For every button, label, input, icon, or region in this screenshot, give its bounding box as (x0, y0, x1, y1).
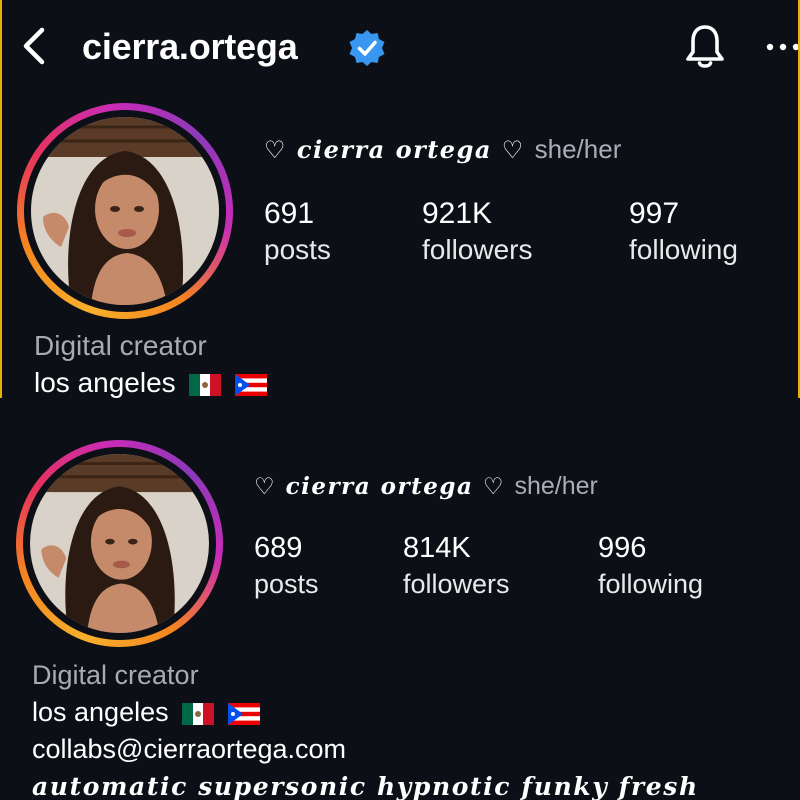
stat-value: 814K (403, 532, 471, 564)
back-chevron-icon[interactable] (16, 24, 52, 68)
more-options-icon[interactable] (766, 42, 800, 52)
stat-label: following (629, 234, 738, 265)
avatar-photo-icon (31, 117, 219, 305)
stat-label: posts (254, 569, 319, 599)
stat-value: 921K (422, 197, 493, 230)
verified-badge-icon (349, 30, 385, 66)
avatar-photo-icon (30, 454, 209, 633)
category-label: Digital creator (34, 330, 207, 361)
stat-followers[interactable]: 814K followers (403, 530, 510, 602)
profile-screenshot-bottom: ♡ cierra ortega ♡ she/her 689 posts 814K… (0, 398, 800, 800)
stat-value: 996 (598, 532, 647, 564)
stat-label: posts (264, 234, 331, 265)
stat-value: 691 (264, 197, 315, 230)
mexico-flag-icon (182, 702, 215, 725)
location: los angeles (32, 697, 169, 727)
display-name-line: ♡ cierra ortega ♡ she/her (264, 134, 621, 165)
location-line: los angeles (32, 694, 346, 731)
stat-posts[interactable]: 691 posts (264, 196, 331, 268)
stat-value: 997 (629, 197, 680, 230)
category-label: Digital creator (32, 660, 199, 690)
stat-label: followers (422, 234, 533, 265)
stat-label: followers (403, 569, 510, 599)
avatar[interactable] (31, 117, 219, 305)
stat-followers[interactable]: 921K followers (422, 196, 532, 268)
bio-tagline: automatic supersonic hypnotic funky fres… (32, 772, 699, 800)
bell-icon[interactable] (684, 22, 726, 70)
puerto-rico-flag-icon (235, 373, 268, 396)
location: los angeles (34, 367, 176, 398)
stat-label: following (598, 569, 704, 599)
display-name-line: ♡ cierra ortega ♡ she/her (254, 472, 598, 501)
username: cierra.ortega (82, 26, 298, 67)
stat-value: 689 (254, 532, 303, 564)
stat-posts[interactable]: 689 posts (254, 530, 319, 602)
puerto-rico-flag-icon (227, 702, 260, 725)
location-line: los angeles (34, 364, 268, 398)
pronouns: she/her (514, 472, 598, 500)
stat-following[interactable]: 997 following (629, 196, 738, 268)
display-name: ♡ cierra ortega ♡ (254, 473, 505, 500)
bio: Digital creator los angeles (34, 327, 268, 398)
pronouns: she/her (534, 134, 622, 164)
email-link[interactable]: collabs@cierraortega.com (32, 731, 346, 768)
stat-following[interactable]: 996 following (598, 530, 703, 602)
display-name: ♡ cierra ortega ♡ (264, 135, 525, 164)
profile-screenshot-top: cierra.ortega ♡ cierra ortega ♡ she/her … (0, 0, 800, 398)
avatar[interactable] (30, 454, 209, 633)
mexico-flag-icon (189, 373, 222, 396)
bio: Digital creator los angeles collabs@cier… (32, 657, 346, 768)
profile-header: cierra.ortega (2, 0, 798, 95)
